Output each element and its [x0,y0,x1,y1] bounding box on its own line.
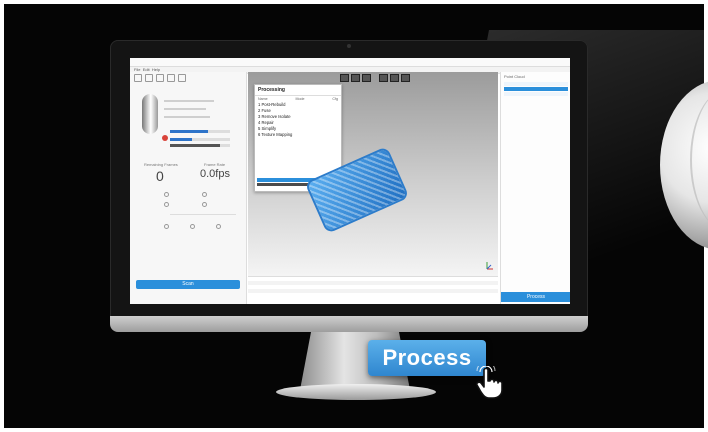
undo-icon[interactable] [401,74,410,82]
option-radio[interactable] [164,224,169,229]
webcam-icon [347,44,351,48]
point-cloud-header: Point Cloud [504,74,525,79]
point-cloud-row-selected[interactable] [504,87,568,91]
hand-pointer-icon [476,366,503,399]
point-cloud-row[interactable] [504,92,568,96]
point-cloud-panel: Point Cloud Process [500,72,570,304]
option-radio[interactable] [216,224,221,229]
processing-step[interactable]: 6 Texture Mapping [255,132,341,138]
option-radio[interactable] [190,224,195,229]
device-info-line [164,100,214,102]
device-info-line [164,108,206,110]
left-toolbar [130,72,246,86]
quality-fill [170,144,220,147]
record-indicator-icon [162,135,168,141]
process-button[interactable]: Process [368,340,486,376]
delete-icon[interactable] [390,74,399,82]
save-icon[interactable] [156,74,164,82]
remaining-frames-label: Remaining Frames [144,162,178,167]
settings-icon[interactable] [167,74,175,82]
option-radio[interactable] [202,202,207,207]
promo-stage: File Edit Help Remaining Frames 0 Frame … [0,0,708,432]
frame-rate-value: 0.0fps [200,168,230,180]
column-name: Name [258,97,268,101]
resolution-slider[interactable] [170,214,236,215]
new-project-icon[interactable] [134,74,142,82]
distance-bar[interactable] [170,138,230,141]
home-icon[interactable] [178,74,186,82]
brightness-bar[interactable] [170,130,230,133]
frame-rate-label: Frame Rate [204,162,226,167]
quality-bar[interactable] [170,144,230,147]
log-panel [248,276,498,304]
remaining-frames-value: 0 [156,168,164,184]
scan-control-panel: Remaining Frames 0 Frame Rate 0.0fps Sca… [130,72,247,304]
scan-button[interactable]: Scan [136,280,240,289]
3d-viewport[interactable]: Processing Name Mode Cfg 1 Post-Rebuild … [248,72,498,276]
view-side-icon[interactable] [351,74,360,82]
option-radio[interactable] [164,202,169,207]
view-front-icon[interactable] [340,74,349,82]
monitor-base [276,384,436,400]
brightness-fill [170,130,208,133]
app-screen: File Edit Help Remaining Frames 0 Frame … [130,58,570,304]
option-radio[interactable] [164,192,169,197]
viewport-toolbar [340,74,410,82]
select-icon[interactable] [379,74,388,82]
column-cfg: Cfg [332,97,338,101]
side-process-button[interactable]: Process [501,292,570,302]
option-radio[interactable] [202,192,207,197]
scanner-device-image [142,94,158,134]
point-cloud-row[interactable] [504,82,568,86]
open-project-icon[interactable] [145,74,153,82]
window-titlebar [130,58,570,67]
view-top-icon[interactable] [362,74,371,82]
processing-title: Processing [255,85,341,96]
device-info-line [164,116,210,118]
axis-gizmo-icon [486,262,493,270]
distance-fill [170,138,192,141]
column-mode: Mode [295,97,305,101]
monitor-chin [110,316,588,332]
